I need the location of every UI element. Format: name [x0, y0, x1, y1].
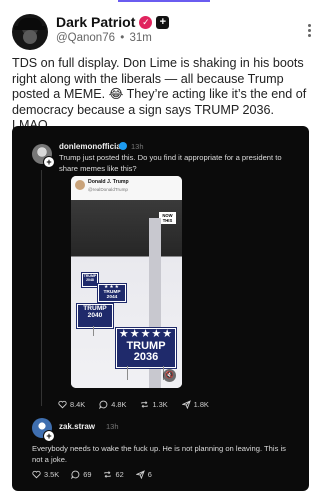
share-count: 6 — [147, 470, 152, 479]
verified-icon: ✓ — [139, 15, 153, 29]
reply-text: Everybody needs to wake the fuck up. He … — [32, 444, 286, 464]
share-icon — [181, 400, 191, 409]
sign-line: 2036 — [133, 351, 159, 363]
repost-action[interactable]: 62 — [103, 470, 124, 479]
post-text: TDS on full display. Don Lime is shaking… — [12, 56, 307, 132]
sound-muted-icon[interactable]: 🔇 — [163, 369, 176, 382]
campaign-sign: ★★★ TRUMP 2044 — [98, 284, 126, 302]
comment-count: 69 — [83, 470, 92, 479]
author-display-name[interactable]: Dark Patriot — [56, 14, 135, 30]
watermark-badge: NOW THIS — [159, 212, 176, 224]
like-count: 3.5K — [44, 470, 60, 479]
share-count: 1.8K — [193, 400, 209, 409]
plus-icon[interactable]: + — [43, 430, 55, 442]
sign-line: 2048 — [86, 278, 94, 282]
more-vertical-icon[interactable] — [304, 22, 314, 40]
media-avatar — [75, 180, 85, 190]
repost-icon — [104, 471, 112, 478]
like-action[interactable]: 8.4K — [58, 400, 85, 409]
author-avatar[interactable] — [12, 14, 48, 50]
reply-author-name[interactable]: zak.straw — [59, 422, 95, 431]
post-header: Dark Patriot ✓ + @Qanon76 • 31m — [8, 14, 314, 54]
repost-action[interactable]: 1.3K — [140, 400, 168, 409]
comment-action[interactable]: 69 — [71, 470, 91, 479]
comment-icon — [71, 470, 80, 479]
watermark-line: THIS — [162, 218, 173, 223]
sign-line: TRUMP — [126, 339, 166, 352]
author-name-row: Dark Patriot ✓ + — [56, 14, 170, 30]
sign-stake — [127, 366, 128, 380]
share-action[interactable]: 6 — [135, 470, 152, 479]
media-post-handle: @realDonaldTrump — [88, 187, 128, 192]
campaign-sign: TRUMP 2040 — [77, 304, 113, 328]
meta-separator: • — [120, 32, 125, 44]
post-time: 31m — [129, 32, 152, 44]
repost-count: 1.3K — [152, 400, 168, 409]
thread-media[interactable]: Donald J. Trump @realDonaldTrump NOW THI… — [71, 176, 182, 388]
comment-count: 4.8K — [111, 400, 127, 409]
share-action[interactable]: 1.8K — [181, 400, 209, 409]
like-count: 8.4K — [70, 400, 86, 409]
media-post-header: Donald J. Trump @realDonaldTrump — [71, 176, 182, 200]
avatar-face — [23, 30, 37, 44]
comment-action[interactable]: 4.8K — [99, 400, 126, 409]
heart-icon — [32, 470, 41, 479]
thread-text: Trump just posted this. Do you find it a… — [59, 153, 282, 173]
embedded-screenshot[interactable]: + donlemonofficial 13h Trump just posted… — [12, 126, 309, 491]
plus-icon[interactable]: + — [43, 156, 55, 168]
repost-icon — [141, 401, 149, 408]
thread-connector-line — [41, 170, 42, 406]
sign-line: 2040 — [87, 312, 103, 319]
thread-time: 13h — [131, 142, 144, 151]
author-handle[interactable]: @Qanon76 — [56, 32, 115, 44]
top-accent-line — [118, 0, 210, 2]
heart-icon — [58, 400, 67, 409]
plus-icon: + — [156, 15, 170, 29]
reply-time: 13h — [106, 422, 119, 431]
thread-actions: 8.4K 4.8K 1.3K 1.8K — [58, 400, 209, 409]
sign-line: TRUMP — [83, 305, 107, 312]
repost-count: 62 — [115, 470, 124, 479]
verified-icon — [119, 142, 127, 150]
thread-author-name[interactable]: donlemonofficial — [59, 142, 123, 151]
media-post-name: Donald J. Trump — [88, 179, 129, 185]
campaign-sign: ★★★★★ TRUMP 2036 — [116, 328, 176, 368]
author-meta: @Qanon76 • 31m — [56, 32, 154, 44]
media-scene: NOW THIS TRUMP 2048 ★★★ TRUMP 2044 TRUMP… — [71, 200, 182, 388]
sign-stake — [93, 326, 94, 336]
like-action[interactable]: 3.5K — [32, 470, 59, 479]
campaign-sign: TRUMP 2048 — [82, 273, 98, 287]
sign-line: 2044 — [106, 295, 118, 300]
reply-actions: 3.5K 69 62 6 — [32, 470, 152, 479]
comment-icon — [99, 400, 108, 409]
share-icon — [135, 470, 145, 479]
